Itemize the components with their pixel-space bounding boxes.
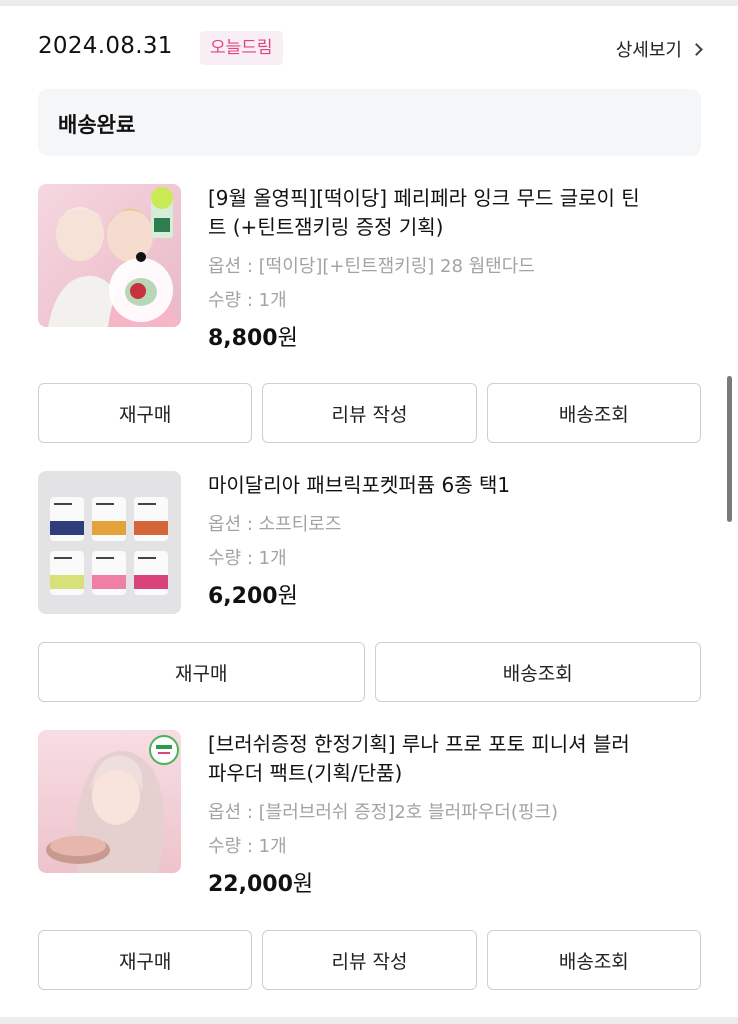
- order-item: [브러쉬증정 한정기획] 루나 프로 포토 피니셔 블러 파우더 팩트(기획/단…: [38, 730, 701, 900]
- product-thumbnail[interactable]: [38, 730, 181, 873]
- product-info: [9월 올영픽][떡이당] 페리페라 잉크 무드 글로이 틴트 (+틴트잼키링 …: [208, 184, 648, 352]
- product-name[interactable]: 마이달리아 패브릭포켓퍼퓸 6종 택1: [208, 471, 648, 500]
- product-option: 옵션 : [블러브러쉬 증정]2호 블러파우더(핑크): [208, 802, 559, 823]
- product-option: 옵션 : [떡이당][+틴트잼키링] 28 웜탠다드: [208, 256, 535, 277]
- order-date: 2024.08.31: [38, 33, 173, 59]
- order-item-actions: 재구매 리뷰 작성 배송조회: [38, 383, 701, 443]
- order-detail-label: 상세보기: [615, 40, 682, 61]
- repurchase-button[interactable]: 재구매: [38, 930, 253, 990]
- price-value: 22,000: [208, 872, 293, 897]
- product-price: 6,200원: [208, 578, 648, 610]
- product-quantity: 수량 : 1개: [208, 836, 287, 857]
- track-delivery-button[interactable]: 배송조회: [486, 383, 701, 443]
- delivery-type-badge: 오늘드림: [200, 31, 283, 65]
- delivery-status-box: 배송완료: [38, 89, 701, 156]
- order-detail-link[interactable]: 상세보기: [615, 36, 703, 62]
- delivery-status: 배송완료: [58, 113, 136, 137]
- product-price: 22,000원: [208, 866, 648, 898]
- product-info: [브러쉬증정 한정기획] 루나 프로 포토 피니셔 블러 파우더 팩트(기획/단…: [208, 730, 648, 898]
- product-quantity: 수량 : 1개: [208, 548, 287, 569]
- product-info: 마이달리아 패브릭포켓퍼퓸 6종 택1 옵션 : 소프티로즈 수량 : 1개 6…: [208, 471, 648, 610]
- order-item-actions: 재구매 배송조회: [38, 642, 701, 702]
- product-price: 8,800원: [208, 320, 648, 352]
- bottom-separator: [0, 1017, 738, 1024]
- order-header: 2024.08.31 오늘드림 상세보기: [38, 30, 703, 66]
- price-unit: 원: [277, 584, 298, 609]
- track-delivery-button[interactable]: 배송조회: [374, 642, 701, 702]
- write-review-button[interactable]: 리뷰 작성: [262, 930, 477, 990]
- write-review-button[interactable]: 리뷰 작성: [262, 383, 477, 443]
- scrollbar[interactable]: [727, 376, 732, 522]
- order-item: [9월 올영픽][떡이당] 페리페라 잉크 무드 글로이 틴트 (+틴트잼키링 …: [38, 184, 701, 364]
- price-value: 6,200: [208, 584, 278, 609]
- track-delivery-button[interactable]: 배송조회: [486, 930, 701, 990]
- product-quantity: 수량 : 1개: [208, 290, 287, 311]
- price-value: 8,800: [208, 326, 278, 351]
- price-unit: 원: [277, 326, 298, 351]
- product-name[interactable]: [9월 올영픽][떡이당] 페리페라 잉크 무드 글로이 틴트 (+틴트잼키링 …: [208, 184, 648, 242]
- order-item-actions: 재구매 리뷰 작성 배송조회: [38, 930, 701, 990]
- repurchase-button[interactable]: 재구매: [38, 383, 253, 443]
- top-separator: [0, 0, 738, 6]
- product-name[interactable]: [브러쉬증정 한정기획] 루나 프로 포토 피니셔 블러 파우더 팩트(기획/단…: [208, 730, 648, 788]
- product-option: 옵션 : 소프티로즈: [208, 514, 342, 535]
- chevron-right-icon: [690, 42, 703, 56]
- product-thumbnail[interactable]: [38, 184, 181, 327]
- product-thumbnail[interactable]: [38, 471, 181, 614]
- order-item: 마이달리아 패브릭포켓퍼퓸 6종 택1 옵션 : 소프티로즈 수량 : 1개 6…: [38, 471, 701, 621]
- price-unit: 원: [292, 872, 314, 897]
- repurchase-button[interactable]: 재구매: [38, 642, 365, 702]
